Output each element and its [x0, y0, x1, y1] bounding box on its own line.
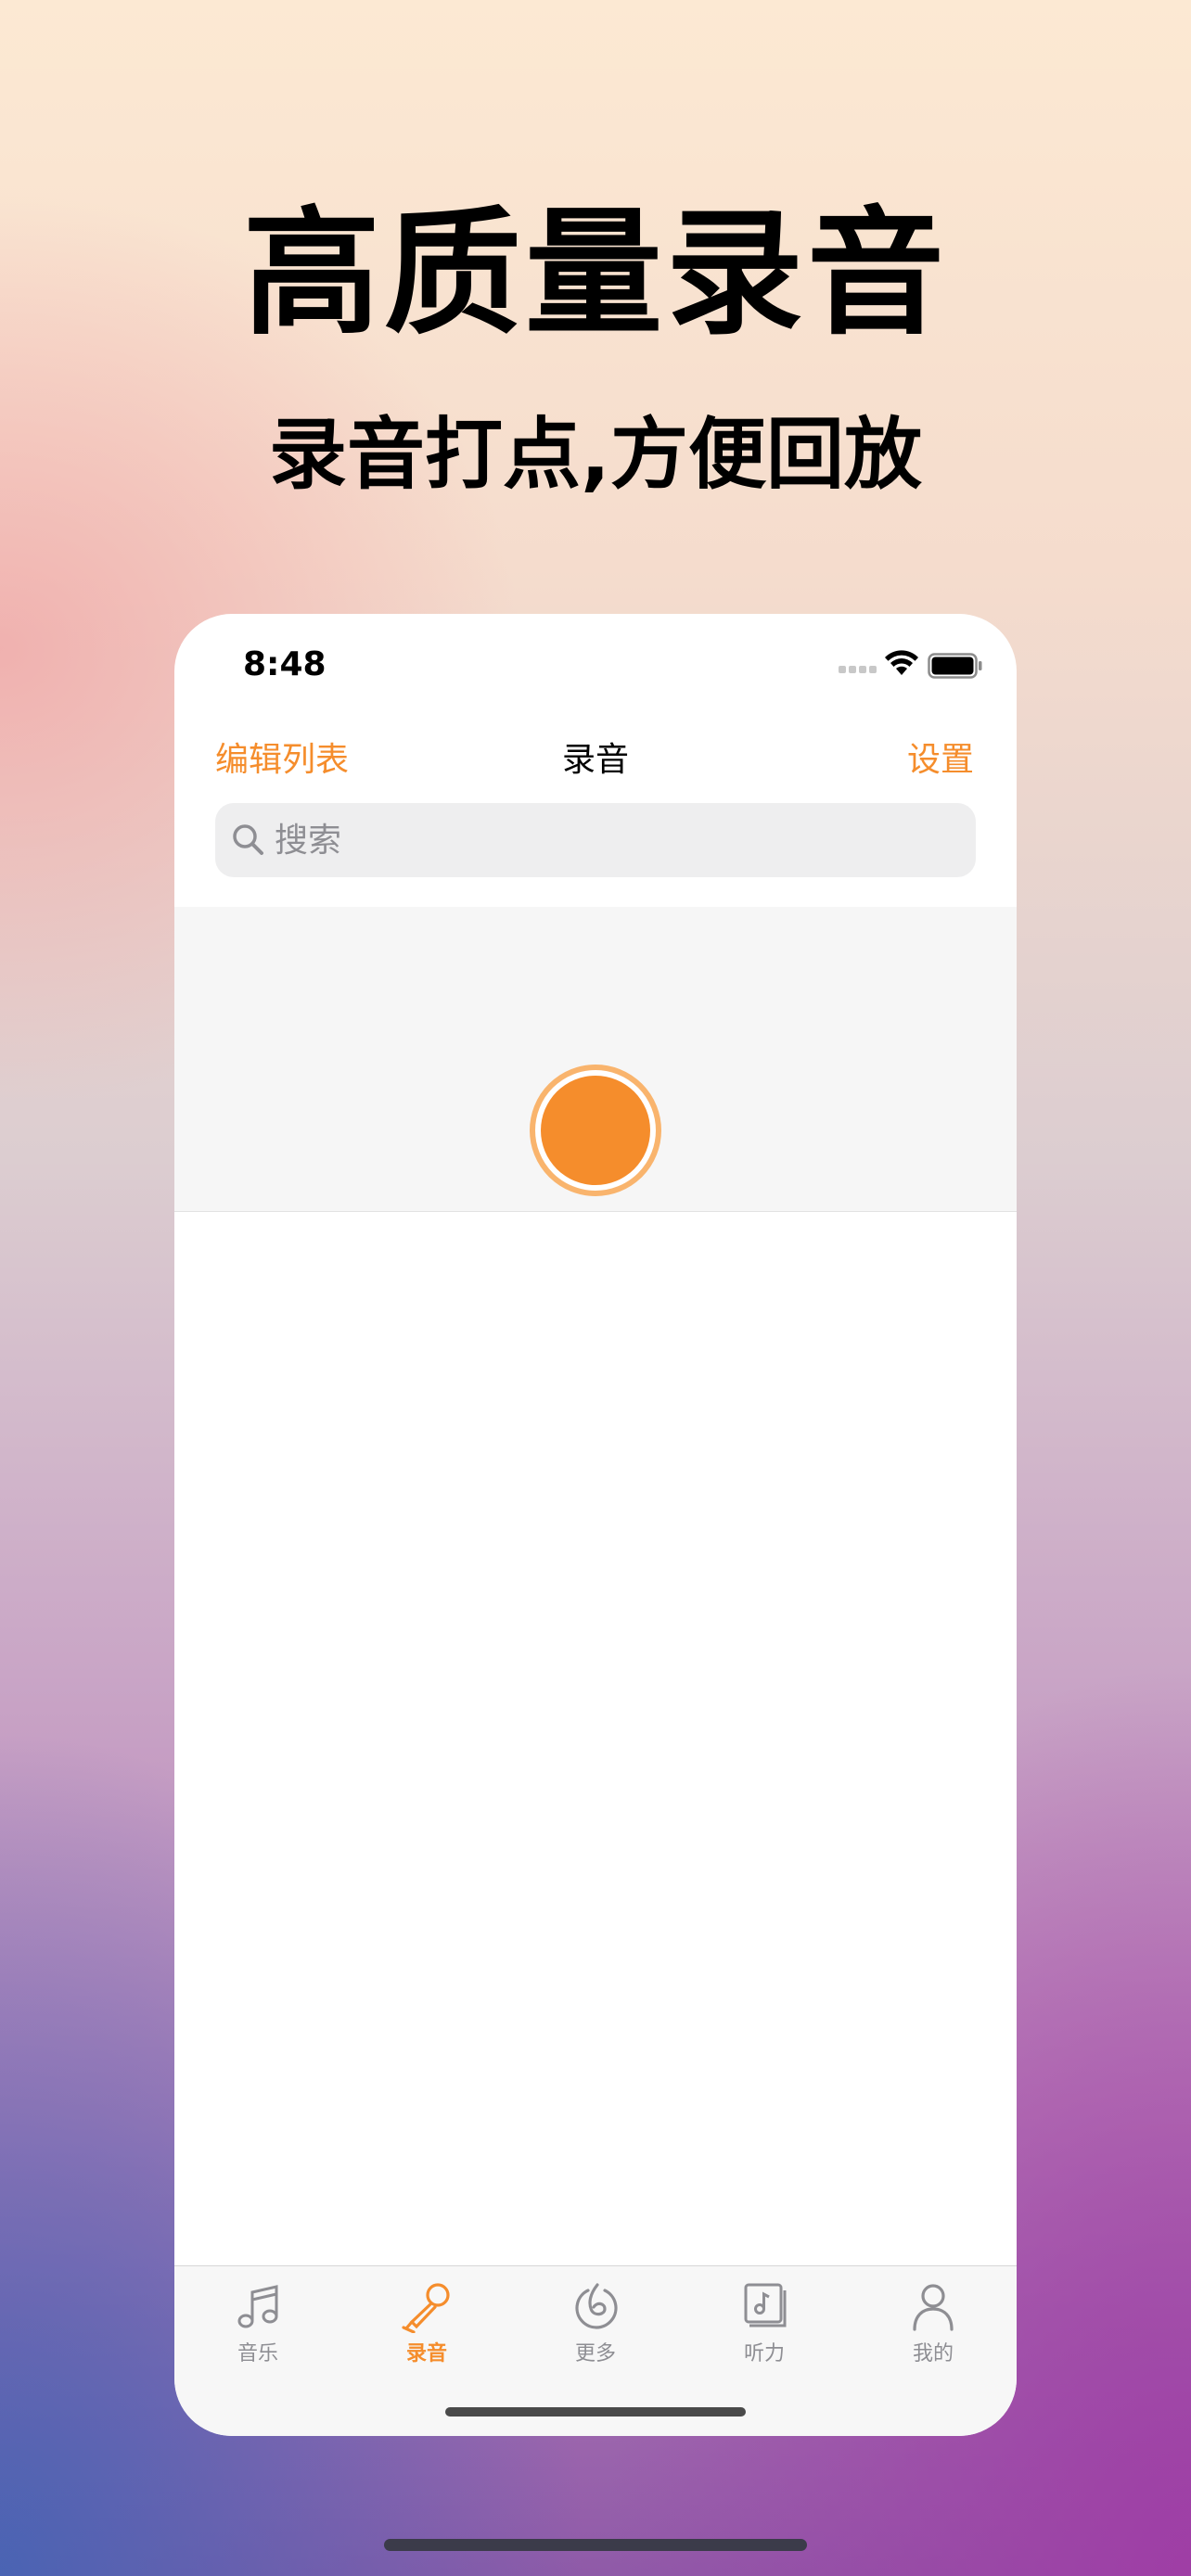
- status-time: 8:48: [243, 645, 327, 683]
- record-button[interactable]: [530, 1065, 661, 1196]
- promo-subheadline: 录音打点,方便回放: [269, 409, 922, 500]
- promo-headline: 高质量录音: [243, 194, 948, 353]
- tab-listening[interactable]: 听力: [709, 2281, 820, 2366]
- search-input[interactable]: [275, 803, 961, 877]
- settings-button[interactable]: 设置: [907, 733, 974, 781]
- music-note-icon: [237, 2285, 278, 2328]
- microphone-icon: [402, 2283, 450, 2333]
- more-icon: [575, 2283, 618, 2329]
- tab-label: 我的: [912, 2342, 954, 2366]
- battery-icon: [928, 653, 982, 679]
- tab-music[interactable]: 音乐: [202, 2281, 314, 2366]
- wifi-icon: [885, 650, 918, 675]
- tab-label: 录音: [405, 2342, 447, 2366]
- phone-screen: 8:48 编辑列表 录音 设置 搜索 音乐 录音 更多 听力 我的: [174, 614, 1017, 2436]
- recordings-list: [174, 1212, 1017, 2278]
- page-title: 录音: [561, 741, 629, 779]
- tab-profile[interactable]: 我的: [877, 2281, 989, 2366]
- record-panel: [174, 907, 1017, 1212]
- search-bar[interactable]: [215, 803, 976, 877]
- signal-icon: [839, 666, 877, 673]
- person-icon: [913, 2284, 954, 2331]
- search-icon: [233, 824, 263, 855]
- home-indicator[interactable]: [445, 2407, 746, 2417]
- home-indicator-outer[interactable]: [384, 2539, 807, 2551]
- tab-record[interactable]: 录音: [371, 2281, 482, 2366]
- tab-more[interactable]: 更多: [540, 2281, 651, 2366]
- listening-icon: [744, 2283, 787, 2327]
- tab-label: 听力: [743, 2342, 785, 2366]
- tab-label: 音乐: [237, 2342, 278, 2366]
- record-button-core: [541, 1076, 650, 1185]
- tab-label: 更多: [574, 2342, 616, 2366]
